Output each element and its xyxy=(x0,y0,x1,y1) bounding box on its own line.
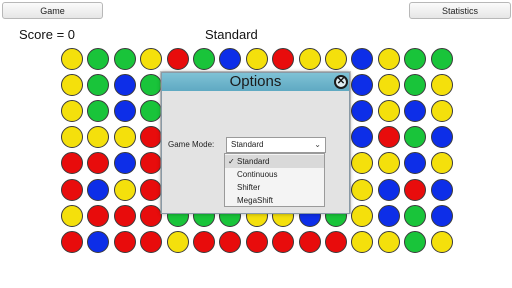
green-ball[interactable] xyxy=(113,48,136,70)
yellow-ball[interactable] xyxy=(298,48,321,70)
blue-ball[interactable] xyxy=(430,204,453,227)
red-ball[interactable] xyxy=(325,230,347,253)
green-ball[interactable] xyxy=(404,48,427,70)
game-menu-button[interactable]: Game xyxy=(2,2,103,19)
yellow-ball[interactable] xyxy=(351,230,374,253)
option-megashift[interactable]: MegaShift xyxy=(225,194,324,207)
blue-ball[interactable] xyxy=(351,74,374,97)
yellow-ball[interactable] xyxy=(87,126,110,149)
blue-ball[interactable] xyxy=(351,48,374,70)
blue-ball[interactable] xyxy=(113,100,136,123)
option-standard[interactable]: ✓ Standard xyxy=(225,155,324,168)
green-ball[interactable] xyxy=(87,48,110,70)
blue-ball[interactable] xyxy=(87,178,110,201)
blue-ball[interactable] xyxy=(377,204,400,227)
yellow-ball[interactable] xyxy=(377,100,400,123)
yellow-ball[interactable] xyxy=(61,204,83,227)
yellow-ball[interactable] xyxy=(166,230,189,253)
yellow-ball[interactable] xyxy=(351,204,374,227)
green-ball[interactable] xyxy=(87,100,110,123)
option-label: Standard xyxy=(237,157,270,166)
blue-ball[interactable] xyxy=(404,100,427,123)
game-mode-display: Standard xyxy=(205,27,258,42)
blue-ball[interactable] xyxy=(219,48,242,70)
green-ball[interactable] xyxy=(404,230,427,253)
red-ball[interactable] xyxy=(87,204,110,227)
red-ball[interactable] xyxy=(272,48,295,70)
yellow-ball[interactable] xyxy=(377,74,400,97)
game-mode-select-value: Standard xyxy=(231,140,264,149)
game-mode-dropdown: ✓ Standard Continuous Shifter MegaShift xyxy=(224,153,325,207)
yellow-ball[interactable] xyxy=(61,48,83,70)
yellow-ball[interactable] xyxy=(377,48,400,70)
option-label: MegaShift xyxy=(237,196,274,205)
yellow-ball[interactable] xyxy=(61,126,83,149)
blue-ball[interactable] xyxy=(87,230,110,253)
yellow-ball[interactable] xyxy=(140,48,163,70)
red-ball[interactable] xyxy=(140,152,163,175)
red-ball[interactable] xyxy=(113,204,136,227)
red-ball[interactable] xyxy=(193,230,215,253)
green-ball[interactable] xyxy=(140,100,163,123)
game-mode-select[interactable]: Standard ⌄ xyxy=(226,137,326,153)
green-ball[interactable] xyxy=(87,74,110,97)
yellow-ball[interactable] xyxy=(113,126,136,149)
red-ball[interactable] xyxy=(166,48,189,70)
red-ball[interactable] xyxy=(61,152,83,175)
red-ball[interactable] xyxy=(140,126,163,149)
blue-ball[interactable] xyxy=(430,126,453,149)
yellow-ball[interactable] xyxy=(113,178,136,201)
green-ball[interactable] xyxy=(430,48,453,70)
yellow-ball[interactable] xyxy=(430,230,453,253)
option-continuous[interactable]: Continuous xyxy=(225,168,324,181)
option-label: Shifter xyxy=(237,183,261,192)
red-ball[interactable] xyxy=(377,126,400,149)
red-ball[interactable] xyxy=(140,230,163,253)
yellow-ball[interactable] xyxy=(351,152,374,175)
yellow-ball[interactable] xyxy=(61,74,83,97)
score-display: Score = 0 xyxy=(19,27,76,42)
blue-ball[interactable] xyxy=(351,100,374,123)
green-ball[interactable] xyxy=(404,204,427,227)
dialog-title: Options xyxy=(229,73,282,90)
red-ball[interactable] xyxy=(245,230,268,253)
blue-ball[interactable] xyxy=(113,152,136,175)
green-ball[interactable] xyxy=(404,74,427,97)
yellow-ball[interactable] xyxy=(377,230,400,253)
blue-ball[interactable] xyxy=(351,126,374,149)
game-mode-label: Game Mode: xyxy=(168,140,215,149)
statistics-button[interactable]: Statistics xyxy=(409,2,511,19)
blue-ball[interactable] xyxy=(404,152,427,175)
chevron-down-icon: ⌄ xyxy=(314,140,321,149)
red-ball[interactable] xyxy=(298,230,321,253)
yellow-ball[interactable] xyxy=(377,152,400,175)
red-ball[interactable] xyxy=(61,230,83,253)
blue-ball[interactable] xyxy=(430,178,453,201)
red-ball[interactable] xyxy=(61,178,83,201)
yellow-ball[interactable] xyxy=(351,178,374,201)
dialog-header: Options ✕ xyxy=(162,73,349,91)
option-shifter[interactable]: Shifter xyxy=(225,181,324,194)
blue-ball[interactable] xyxy=(113,74,136,97)
yellow-ball[interactable] xyxy=(430,100,453,123)
red-ball[interactable] xyxy=(113,230,136,253)
yellow-ball[interactable] xyxy=(245,48,268,70)
red-ball[interactable] xyxy=(140,204,163,227)
red-ball[interactable] xyxy=(87,152,110,175)
green-ball[interactable] xyxy=(193,48,215,70)
red-ball[interactable] xyxy=(140,178,163,201)
red-ball[interactable] xyxy=(404,178,427,201)
option-label: Continuous xyxy=(237,170,278,179)
red-ball[interactable] xyxy=(272,230,295,253)
close-icon[interactable]: ✕ xyxy=(334,75,348,89)
red-ball[interactable] xyxy=(219,230,242,253)
yellow-ball[interactable] xyxy=(430,152,453,175)
green-ball[interactable] xyxy=(140,74,163,97)
yellow-ball[interactable] xyxy=(430,74,453,97)
yellow-ball[interactable] xyxy=(325,48,347,70)
green-ball[interactable] xyxy=(404,126,427,149)
checkmark-icon: ✓ xyxy=(228,157,235,166)
yellow-ball[interactable] xyxy=(61,100,83,123)
blue-ball[interactable] xyxy=(377,178,400,201)
